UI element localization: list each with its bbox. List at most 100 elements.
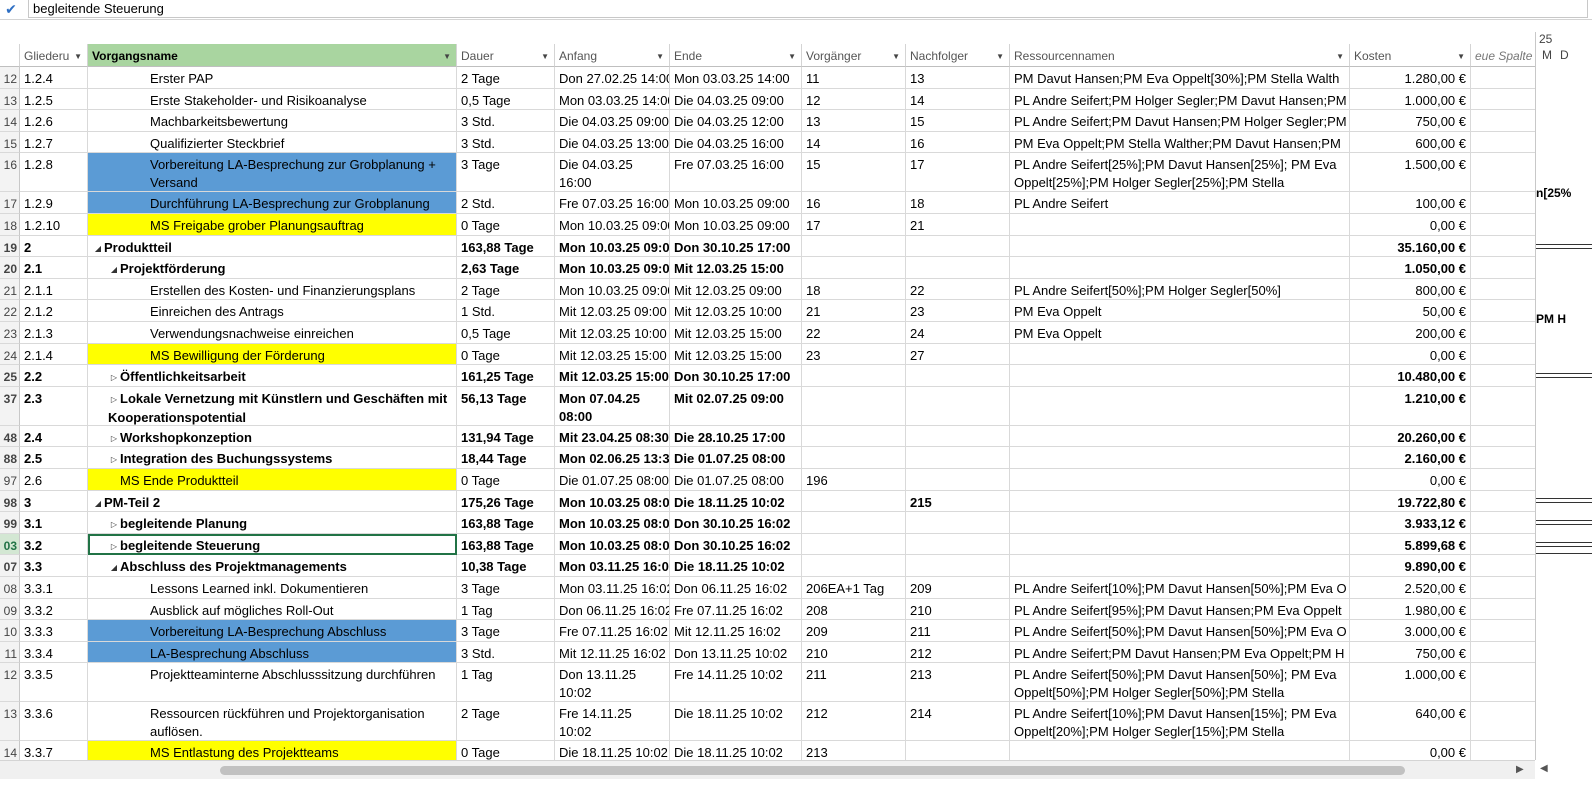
dropdown-arrow-icon[interactable]: ▼ [541,52,549,61]
nachf-cell[interactable] [906,425,1010,448]
ende-cell[interactable]: Don 06.11.25 16:02 [670,577,802,599]
anfang-cell[interactable]: Mon 10.03.25 09:00 [555,257,670,279]
task-name-cell[interactable]: ▷ Öffentlichkeitsarbeit [88,365,457,387]
kosten-cell[interactable]: 50,00 € [1350,300,1471,322]
vorg-cell[interactable]: 212 [802,702,906,742]
row-id[interactable]: 88 [0,447,20,469]
row-id[interactable]: 13 [0,702,20,742]
nachf-cell[interactable]: 23 [906,300,1010,322]
dropdown-arrow-icon[interactable]: ▼ [1457,52,1465,61]
ende-cell[interactable]: Mit 12.03.25 09:00 [670,278,802,301]
column-header-res[interactable]: Ressourcennamen ▼ [1010,44,1350,67]
kosten-cell[interactable]: 35.160,00 € [1350,235,1471,258]
expand-icon[interactable]: ▷ [108,538,120,555]
dauer-cell[interactable]: 2 Tage [457,702,555,742]
gl-cell[interactable]: 3.3.5 [20,663,88,703]
vorg-cell[interactable] [802,555,906,577]
table-row[interactable]: 99 3.1 ▷ begleitende Planung 163,88 Tage Mon … [0,512,1535,534]
table-row[interactable]: 16 1.2.8 Vorbereitung LA-Besprechung zur G… [0,153,1535,193]
gl-cell[interactable]: 3.3 [20,555,88,577]
kosten-cell[interactable]: 1.280,00 € [1350,67,1471,89]
vorg-cell[interactable]: 12 [802,88,906,111]
vorg-cell[interactable]: 208 [802,598,906,621]
res-cell[interactable]: PL Andre Seifert[10%];PM Davut Hansen[50… [1010,577,1350,599]
nachf-cell[interactable]: 212 [906,641,1010,664]
nachf-cell[interactable] [906,235,1010,258]
vorg-cell[interactable]: 206EA+1 Tag [802,577,906,599]
vorg-cell[interactable]: 16 [802,192,906,214]
vorg-cell[interactable]: 15 [802,153,906,193]
vorg-cell[interactable] [802,512,906,534]
vorg-cell[interactable]: 22 [802,322,906,344]
ende-cell[interactable]: Mit 02.07.25 09:00 [670,386,802,426]
table-row[interactable]: 97 2.6 MS Ende Produktteil 0 Tage Die 01.07.… [0,469,1535,491]
row-id[interactable]: 03 [0,533,20,556]
gl-cell[interactable]: 1.2.5 [20,88,88,111]
ende-cell[interactable]: Die 01.07.25 08:00 [670,469,802,491]
task-name-cell[interactable]: ◢ Abschluss des Projektmanagements [88,555,457,577]
ende-cell[interactable]: Die 04.03.25 09:00 [670,88,802,111]
expand-icon[interactable]: ▷ [108,430,120,447]
new-column-cell[interactable] [1471,365,1535,387]
kosten-cell[interactable]: 2.160,00 € [1350,447,1471,469]
task-name-cell[interactable]: MS Ende Produktteil [88,469,457,491]
gl-cell[interactable]: 3.3.6 [20,702,88,742]
column-header-nachf[interactable]: Nachfolger ▼ [906,44,1010,67]
gl-cell[interactable]: 2.6 [20,469,88,491]
task-name-cell[interactable]: ▷ begleitende Planung [88,512,457,534]
gl-cell[interactable]: 3.3.4 [20,641,88,664]
new-column-cell[interactable] [1471,257,1535,279]
nachf-cell[interactable] [906,469,1010,491]
task-name-cell[interactable]: ▷ Workshopkonzeption [88,425,457,448]
nachf-cell[interactable]: 215 [906,490,1010,513]
gl-cell[interactable]: 2.2 [20,365,88,387]
res-cell[interactable]: PL Andre Seifert[50%];PM Davut Hansen[50… [1010,620,1350,642]
anfang-cell[interactable]: Die 04.03.25 16:00 [555,153,670,193]
row-id[interactable]: 11 [0,641,20,664]
row-id[interactable]: 15 [0,131,20,154]
row-id[interactable]: 13 [0,88,20,111]
new-column-cell[interactable] [1471,89,1535,111]
new-column-cell[interactable] [1471,236,1535,258]
dropdown-arrow-icon[interactable]: ▼ [788,52,796,61]
ende-cell[interactable]: Die 18.11.25 10:02 [670,702,802,742]
dauer-cell[interactable]: 1 Tag [457,598,555,621]
new-column-cell[interactable] [1471,153,1535,193]
horizontal-scrollbar[interactable]: ▶ [0,760,1535,780]
table-row[interactable]: 24 2.1.4 MS Bewilligung der Förderung 0 Tag… [0,343,1535,366]
table-row[interactable]: 17 1.2.9 Durchführung LA-Besprechung zur G… [0,192,1535,214]
row-id[interactable]: 97 [0,469,20,491]
res-cell[interactable] [1010,386,1350,426]
table-row[interactable]: 23 2.1.3 Verwendungsnachweise einreichen 0,… [0,322,1535,344]
nachf-cell[interactable]: 209 [906,577,1010,599]
row-id[interactable]: 18 [0,214,20,236]
res-cell[interactable]: PM Eva Oppelt [1010,322,1350,344]
row-id[interactable]: 20 [0,257,20,279]
kosten-cell[interactable]: 3.933,12 € [1350,512,1471,534]
vorg-cell[interactable]: 196 [802,469,906,491]
table-row[interactable]: 03 3.2 ▷ begleitende Steuerung 163,88 Tage Mo… [0,533,1535,556]
task-name-cell[interactable]: Vorbereitung LA-Besprechung Abschluss [88,620,457,642]
kosten-cell[interactable]: 0,00 € [1350,214,1471,236]
ende-cell[interactable]: Don 30.10.25 17:00 [670,235,802,258]
res-cell[interactable] [1010,343,1350,366]
dauer-cell[interactable]: 3 Tage [457,153,555,193]
kosten-cell[interactable]: 2.520,00 € [1350,577,1471,599]
table-row[interactable]: 07 3.3 ◢ Abschluss des Projektmanagements 10… [0,555,1535,577]
res-cell[interactable]: PL Andre Seifert [1010,192,1350,214]
res-cell[interactable]: PL Andre Seifert[50%];PM Holger Segler[5… [1010,278,1350,301]
nachf-cell[interactable]: 15 [906,110,1010,132]
kosten-cell[interactable]: 100,00 € [1350,192,1471,214]
table-row[interactable]: 21 2.1.1 Erstellen des Kosten- und Finanzi… [0,278,1535,301]
res-cell[interactable] [1010,447,1350,469]
row-id[interactable]: 22 [0,300,20,322]
kosten-cell[interactable]: 0,00 € [1350,343,1471,366]
vorg-cell[interactable]: 14 [802,131,906,154]
table-row[interactable]: 20 2.1 ◢ Projektförderung 2,63 Tage Mon 10.03… [0,257,1535,279]
task-name-cell[interactable]: Qualifizierter Steckbrief [88,131,457,154]
column-header-kosten[interactable]: Kosten ▼ [1350,44,1471,67]
vorg-cell[interactable]: 210 [802,641,906,664]
vorg-cell[interactable]: 18 [802,278,906,301]
column-header-ende[interactable]: Ende ▼ [670,44,802,67]
row-id[interactable]: 07 [0,555,20,577]
